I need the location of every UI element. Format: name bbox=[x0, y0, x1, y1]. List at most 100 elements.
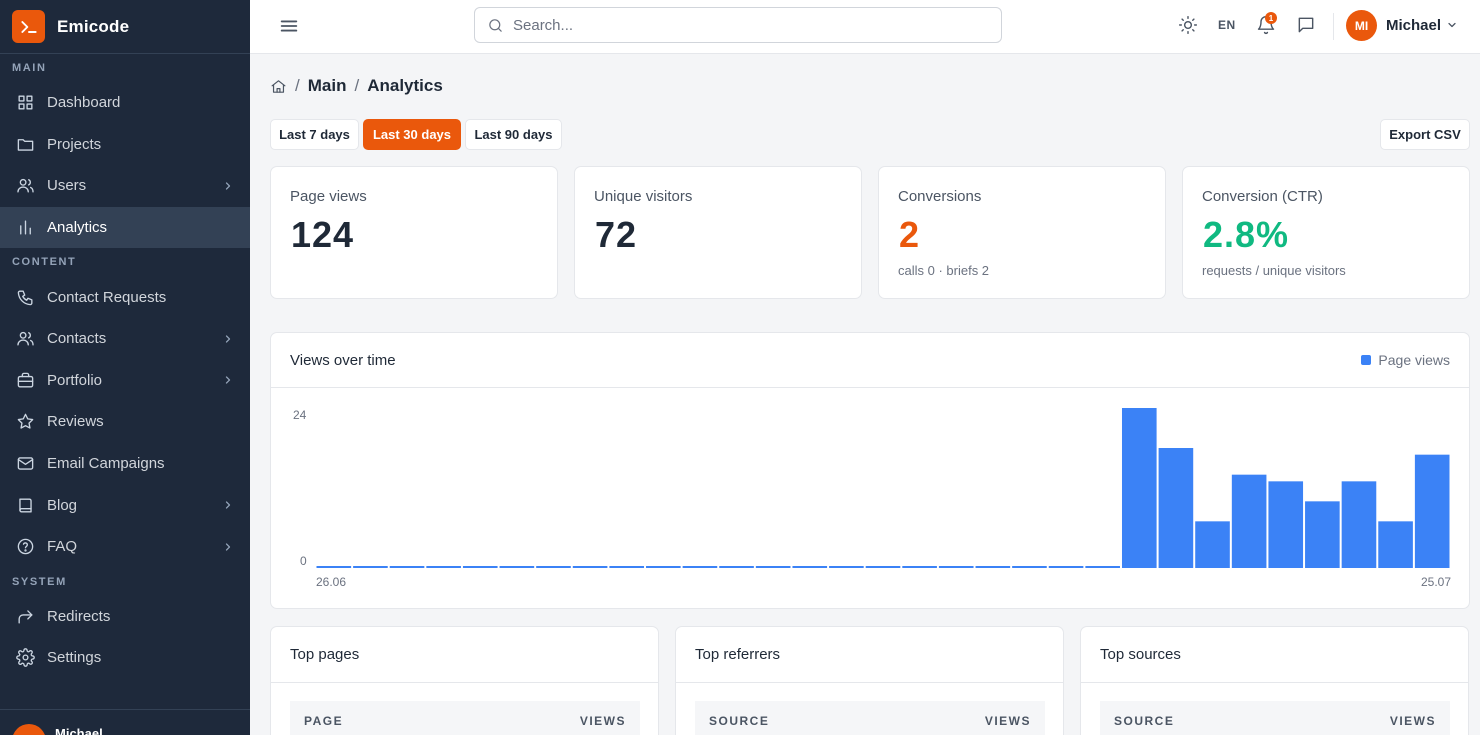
search-input[interactable] bbox=[513, 16, 983, 34]
sidebar-item-contacts[interactable]: Contacts bbox=[0, 318, 250, 360]
help-circle-icon bbox=[16, 537, 35, 556]
sidebar-item-portfolio[interactable]: Portfolio bbox=[0, 360, 250, 402]
chart-bar bbox=[1231, 474, 1267, 568]
stat-label: Page views bbox=[290, 188, 367, 205]
chart-bar bbox=[609, 566, 645, 568]
breadcrumb-main[interactable]: Main bbox=[308, 76, 347, 96]
user-avatar[interactable]: MI bbox=[1346, 10, 1377, 41]
main-content: / Main / Analytics Last 7 days Last 30 d… bbox=[250, 54, 1480, 735]
sidebar: Emicode MAIN Dashboard Projects Users An… bbox=[0, 0, 250, 735]
column-header[interactable]: SOURCE bbox=[709, 714, 769, 728]
chart-bar bbox=[316, 566, 352, 568]
chart-bar bbox=[536, 566, 571, 568]
stat-value: 124 bbox=[291, 214, 355, 255]
sidebar-item-blog[interactable]: Blog bbox=[0, 484, 250, 526]
search-icon bbox=[487, 17, 504, 34]
chart-bar bbox=[1378, 521, 1413, 568]
chart-bar bbox=[1121, 408, 1157, 568]
sidebar-item-label: FAQ bbox=[47, 538, 78, 556]
hamburger-menu-icon[interactable] bbox=[278, 15, 300, 37]
sidebar-item-email-campaigns[interactable]: Email Campaigns bbox=[0, 443, 250, 485]
chart-bar bbox=[1048, 566, 1084, 568]
column-header[interactable]: PAGE bbox=[304, 714, 343, 728]
stat-value: 2 bbox=[899, 214, 921, 255]
range-7-days-button[interactable]: Last 7 days bbox=[270, 119, 359, 150]
sidebar-item-dashboard[interactable]: Dashboard bbox=[0, 82, 250, 124]
sidebar-item-redirects[interactable]: Redirects bbox=[0, 596, 250, 638]
stat-label: Conversion (CTR) bbox=[1202, 188, 1323, 205]
book-icon bbox=[16, 496, 35, 515]
chart-bar bbox=[1341, 481, 1377, 568]
home-icon[interactable] bbox=[270, 78, 287, 95]
breadcrumb-analytics: Analytics bbox=[367, 76, 443, 95]
chart-bar bbox=[829, 566, 864, 568]
chart-bar bbox=[865, 566, 901, 568]
sidebar-item-faq[interactable]: FAQ bbox=[0, 526, 250, 568]
chart-bar bbox=[975, 566, 1011, 568]
table-title: Top sources bbox=[1100, 646, 1181, 663]
sidebar-item-label: Redirects bbox=[47, 607, 111, 625]
brand[interactable]: Emicode bbox=[0, 0, 250, 54]
chart-bar bbox=[646, 566, 681, 568]
sidebar-user[interactable]: Michael bbox=[0, 709, 250, 735]
chevron-down-icon[interactable] bbox=[1446, 19, 1458, 31]
column-header[interactable]: VIEWS bbox=[580, 714, 626, 728]
bar-chart: 24 0 26.06 25.07 bbox=[293, 408, 1451, 589]
legend-swatch bbox=[1361, 355, 1372, 365]
message-icon[interactable] bbox=[1296, 15, 1316, 35]
chart-bar bbox=[719, 566, 754, 568]
breadcrumb-separator: / bbox=[295, 76, 300, 95]
terminal-logo-icon bbox=[12, 10, 45, 43]
sidebar-item-users[interactable]: Users bbox=[0, 165, 250, 207]
range-90-days-button[interactable]: Last 90 days bbox=[465, 119, 562, 150]
chart-bar bbox=[499, 566, 535, 568]
sidebar-item-label: Blog bbox=[47, 496, 78, 514]
chart-legend: Page views bbox=[1361, 352, 1450, 368]
table-title: Top referrers bbox=[695, 646, 781, 663]
chart-title: Views over time bbox=[290, 352, 396, 369]
users-icon bbox=[16, 329, 35, 348]
breadcrumb: / Main / Analytics bbox=[270, 76, 443, 96]
export-csv-button[interactable]: Export CSV bbox=[1380, 119, 1470, 150]
language-switcher[interactable]: EN bbox=[1218, 18, 1236, 32]
column-header[interactable]: VIEWS bbox=[985, 714, 1031, 728]
sidebar-item-contact-requests[interactable]: Contact Requests bbox=[0, 276, 250, 318]
divider bbox=[1081, 682, 1468, 683]
sidebar-item-analytics[interactable]: Analytics bbox=[0, 206, 250, 249]
range-30-days-button[interactable]: Last 30 days bbox=[363, 119, 461, 150]
stat-subtext: requests / unique visitors bbox=[1202, 263, 1346, 278]
chevron-right-icon bbox=[222, 180, 234, 192]
chart-bar bbox=[1305, 501, 1340, 568]
avatar bbox=[12, 724, 46, 735]
chart-bar bbox=[1158, 448, 1194, 568]
notification-badge: 1 bbox=[1265, 12, 1277, 24]
column-header[interactable]: VIEWS bbox=[1390, 714, 1436, 728]
chart-bar bbox=[462, 566, 498, 568]
chevron-right-icon bbox=[222, 333, 234, 345]
y-tick-label: 0 bbox=[300, 554, 307, 568]
column-header[interactable]: SOURCE bbox=[1114, 714, 1174, 728]
sidebar-item-label: Portfolio bbox=[47, 371, 103, 389]
table-title: Top pages bbox=[290, 646, 360, 663]
chart-bar bbox=[1195, 521, 1230, 568]
sidebar-item-label: Contacts bbox=[47, 330, 107, 348]
theme-toggle-sun-icon[interactable] bbox=[1178, 15, 1198, 35]
sidebar-user-name: Michael bbox=[55, 726, 103, 735]
table-header: SOURCE VIEWS bbox=[1100, 701, 1450, 735]
sidebar-item-settings[interactable]: Settings bbox=[0, 637, 250, 679]
stat-card-unique-visitors: Unique visitors 72 bbox=[574, 166, 862, 299]
stat-subtext: calls 0 · briefs 2 bbox=[898, 263, 990, 278]
gear-icon bbox=[16, 648, 35, 668]
stat-card-page-views: Page views 124 bbox=[270, 166, 558, 299]
table-header: SOURCE VIEWS bbox=[695, 701, 1045, 735]
sidebar-item-label: Contact Requests bbox=[47, 288, 167, 306]
sidebar-nav: MAIN Dashboard Projects Users Analytics … bbox=[0, 54, 250, 679]
top-sources-card: Top sources SOURCE VIEWS bbox=[1080, 626, 1469, 735]
stat-label: Unique visitors bbox=[594, 188, 693, 205]
sidebar-item-projects[interactable]: Projects bbox=[0, 124, 250, 166]
sidebar-item-reviews[interactable]: Reviews bbox=[0, 401, 250, 443]
divider bbox=[676, 682, 1063, 683]
stat-value: 2.8% bbox=[1203, 214, 1290, 255]
user-name[interactable]: Michael bbox=[1386, 17, 1441, 34]
briefcase-icon bbox=[16, 371, 35, 390]
